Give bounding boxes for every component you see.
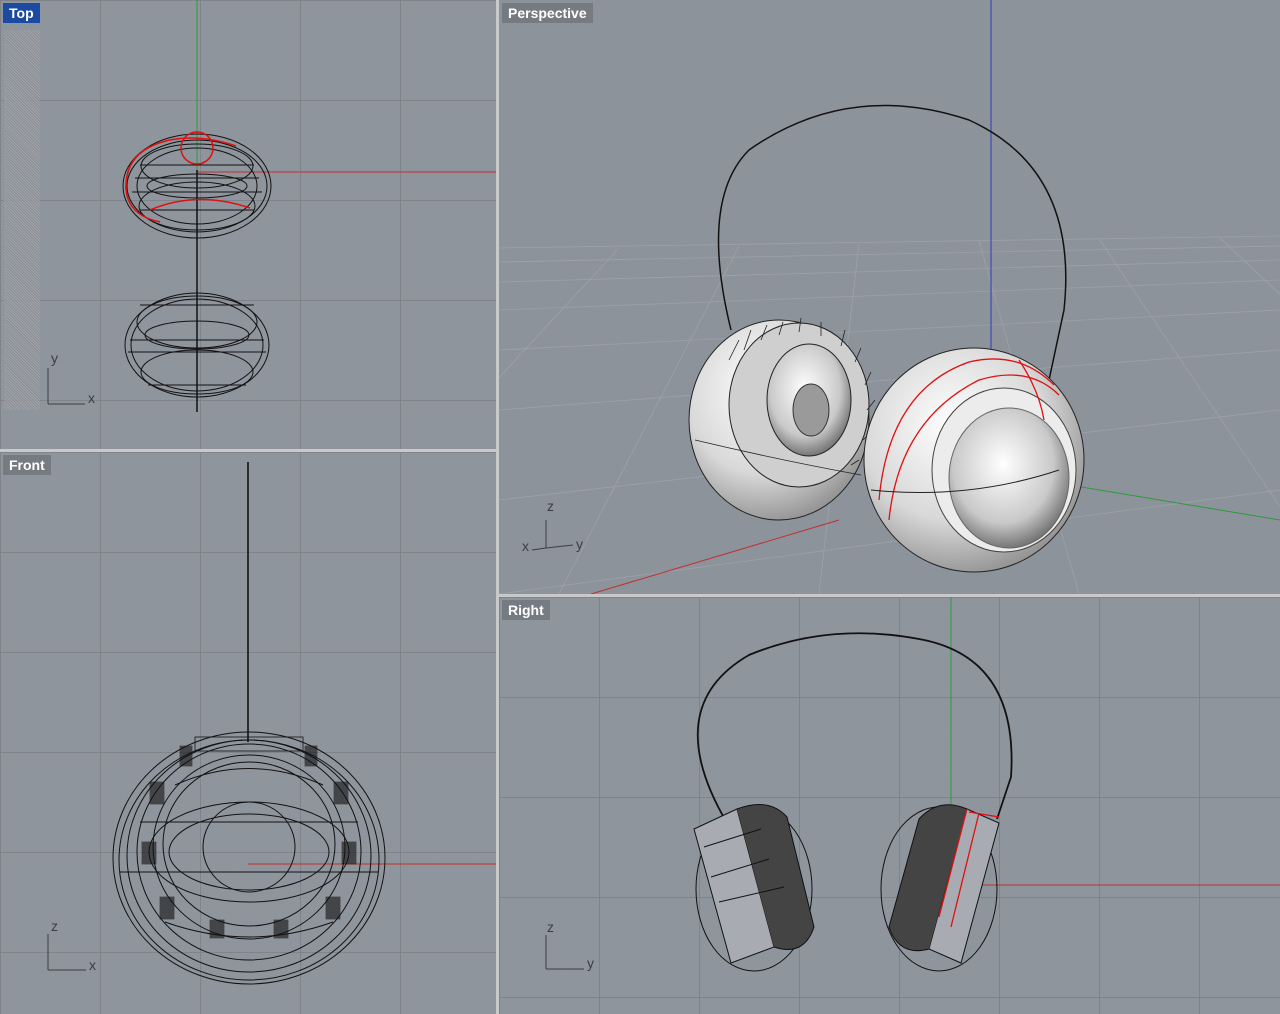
headband-right <box>696 632 1013 824</box>
axis-label-y: y <box>51 350 58 366</box>
earcup-ribs <box>141 736 357 939</box>
axis-label-z: z <box>547 498 554 514</box>
viewport-right-label[interactable]: Right <box>502 600 550 620</box>
axis-label-y: y <box>587 955 594 971</box>
axis-label-x: x <box>89 957 96 973</box>
perspective-view-drawing <box>499 0 1280 594</box>
earcup-left-right <box>693 804 815 972</box>
earcup-right-perspective <box>863 347 1085 573</box>
axis-gizmo-top <box>47 368 85 405</box>
front-view-drawing <box>47 462 496 985</box>
axis-gizmo-right <box>545 935 584 970</box>
axis-gizmo-perspective <box>531 520 574 551</box>
axis-label-x: x <box>522 538 529 554</box>
viewport-front-label[interactable]: Front <box>3 455 51 475</box>
viewport-top[interactable]: Top y x <box>0 0 496 449</box>
earcup-left-perspective <box>688 317 876 521</box>
axis-label-z: z <box>51 918 58 934</box>
top-view-drawing <box>47 0 496 412</box>
viewport-top-label[interactable]: Top <box>3 3 40 23</box>
axis-label-x: x <box>88 390 95 406</box>
viewport-perspective-label[interactable]: Perspective <box>502 3 593 23</box>
right-view-drawing <box>545 597 1280 972</box>
viewport-perspective[interactable]: Perspective z x y <box>499 0 1280 594</box>
axis-label-y: y <box>576 536 583 552</box>
earcup-right-right <box>880 804 1000 972</box>
axis-label-z: z <box>547 919 554 935</box>
viewport-front[interactable]: Front z x <box>0 452 496 1014</box>
axis-gizmo-front <box>47 934 86 971</box>
viewport-right[interactable]: Right z y <box>499 597 1280 1014</box>
